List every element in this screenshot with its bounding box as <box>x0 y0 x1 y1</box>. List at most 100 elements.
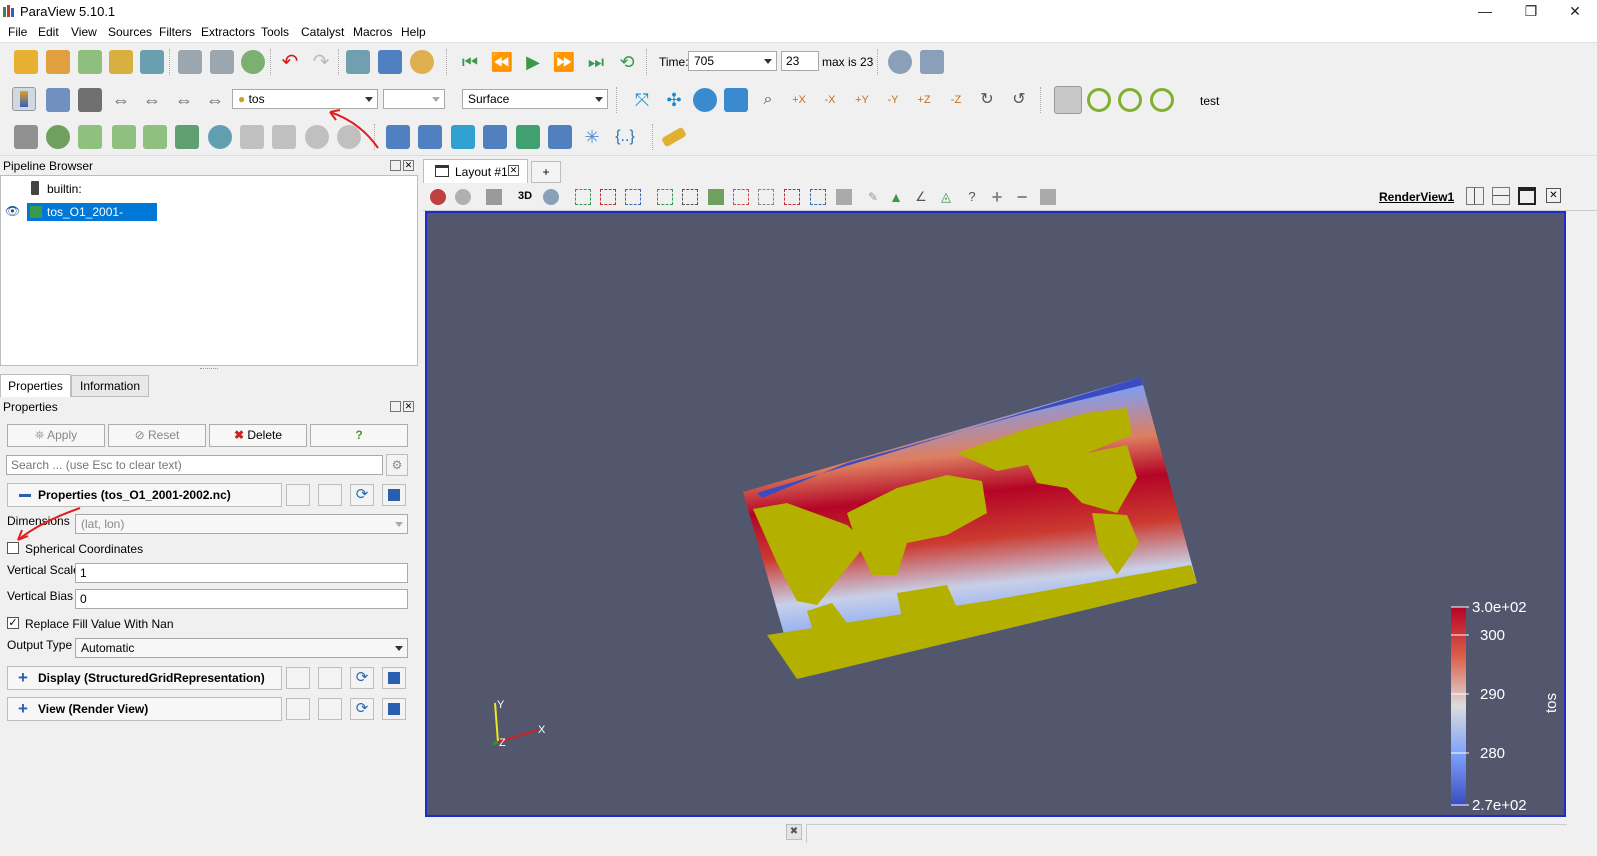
save-defaults-icon[interactable] <box>382 484 406 506</box>
warp-vector-icon[interactable] <box>272 125 296 149</box>
server-connect-icon[interactable] <box>178 50 202 74</box>
stream-tracer-icon[interactable] <box>240 125 264 149</box>
menu-catalyst[interactable]: Catalyst <box>301 25 344 39</box>
menu-tools[interactable]: Tools <box>261 25 289 39</box>
status-close-icon[interactable]: ✖ <box>786 824 802 840</box>
first-frame-icon[interactable]: ⏮ <box>458 50 482 74</box>
display-section-header[interactable]: + Display (StructuredGridRepresentation) <box>7 666 282 690</box>
splitter-handle[interactable] <box>200 368 218 372</box>
plot-data-icon[interactable] <box>516 125 540 149</box>
camera-icon[interactable] <box>486 189 502 205</box>
toggle-3d-button[interactable]: 3D <box>518 190 532 202</box>
palette-icon[interactable] <box>410 50 434 74</box>
previous-frame-icon[interactable]: ⏪ <box>490 50 514 74</box>
rescale-range-icon[interactable]: ⇔ <box>109 88 133 112</box>
glyph-icon[interactable] <box>208 125 232 149</box>
view-minus-y-icon[interactable]: -Y <box>881 88 905 112</box>
eye-icon[interactable]: 👁 <box>5 205 20 217</box>
freeze-icon[interactable]: ✳ <box>580 125 604 149</box>
extract-subset-icon[interactable] <box>175 125 199 149</box>
camera-redo-icon[interactable] <box>378 50 402 74</box>
properties-close-icon[interactable]: ✕ <box>403 401 414 412</box>
save-view-defaults-icon[interactable] <box>382 698 406 720</box>
ruler-icon[interactable] <box>661 126 687 148</box>
histogram-icon[interactable] <box>451 125 475 149</box>
extract-level-icon[interactable] <box>337 125 361 149</box>
color-legend-icon[interactable] <box>46 88 70 112</box>
close-panel-icon[interactable]: ✕ <box>403 160 414 171</box>
menu-edit[interactable]: Edit <box>38 25 59 39</box>
close-window-button[interactable]: ✕ <box>1552 0 1597 22</box>
time-value-combo[interactable]: 705 <box>688 51 777 71</box>
zoom-view-icon[interactable] <box>543 189 559 205</box>
menu-view[interactable]: View <box>71 25 97 39</box>
minimize-button[interactable]: — <box>1462 0 1508 22</box>
reset-center-icon[interactable] <box>1118 88 1142 112</box>
rescale-custom-icon[interactable]: ⇔ <box>140 88 164 112</box>
find-data-icon[interactable] <box>888 50 912 74</box>
split-horizontal-icon[interactable] <box>1466 187 1484 205</box>
view-plus-z-icon[interactable]: +Z <box>912 88 936 112</box>
properties-undock-icon[interactable] <box>390 401 401 412</box>
edit-colormap-icon[interactable] <box>78 88 102 112</box>
view-plus-x-icon[interactable]: +X <box>787 88 811 112</box>
redo-icon[interactable]: ↷ <box>309 50 333 74</box>
spherical-coordinates-checkbox[interactable] <box>7 542 19 554</box>
save-data-icon[interactable] <box>78 50 102 74</box>
select-polygon-icon[interactable] <box>682 189 698 205</box>
close-view-icon[interactable]: ✕ <box>1546 188 1561 203</box>
restore-defaults-icon[interactable]: ⟳ <box>350 484 374 506</box>
select-cells-icon[interactable] <box>600 189 616 205</box>
replace-fill-checkbox[interactable]: ✓ <box>7 617 19 629</box>
render-view-name[interactable]: RenderView1 <box>1379 190 1454 204</box>
connect-icon[interactable] <box>140 50 164 74</box>
view-minus-z-icon[interactable]: -Z <box>944 88 968 112</box>
reset-session-icon[interactable] <box>430 189 446 205</box>
loop-icon[interactable]: ⟲ <box>615 50 639 74</box>
render-canvas[interactable]: Y X Z 3.0e+02 300 290 280 2.7e+02 tos <box>427 213 1564 815</box>
restore-button[interactable]: ❐ <box>1508 0 1554 22</box>
minus-icon[interactable]: − <box>1014 188 1030 206</box>
zoom-closest-icon[interactable]: ✣ <box>662 88 686 112</box>
restore-view-defaults-icon[interactable]: ⟳ <box>350 698 374 720</box>
select-block-icon[interactable] <box>625 189 641 205</box>
camera-undo-icon[interactable] <box>346 50 370 74</box>
representation-combo[interactable]: Surface <box>462 89 608 109</box>
vertical-scale-input[interactable]: 1 <box>75 563 408 583</box>
help-button[interactable]: ? <box>310 424 408 447</box>
paste-view-icon[interactable] <box>318 698 342 720</box>
view-section-header[interactable]: + View (Render View) <box>7 697 282 721</box>
open-recent-icon[interactable] <box>46 50 70 74</box>
add-icon[interactable]: + <box>989 188 1005 206</box>
tab-layout-1[interactable]: Layout #1 ✕ <box>423 159 528 183</box>
rescale-temporal-icon[interactable]: ⇔ <box>172 88 196 112</box>
properties-section-header[interactable]: Properties (tos_O1_2001-2002.nc) <box>7 483 282 507</box>
contour-icon[interactable] <box>46 125 70 149</box>
menu-filters[interactable]: Filters <box>159 25 192 39</box>
pick-center-icon[interactable] <box>1150 88 1174 112</box>
shrink-selection-icon[interactable] <box>810 189 826 205</box>
apply-button[interactable]: ⛯ Apply <box>7 424 105 447</box>
interactive-select-icon[interactable] <box>708 189 724 205</box>
properties-search-input[interactable]: Search ... (use Esc to clear text) <box>6 455 383 475</box>
menu-help[interactable]: Help <box>401 25 426 39</box>
time-step-spinbox[interactable]: 23 <box>781 51 819 71</box>
query-icon[interactable]: ? <box>964 189 980 205</box>
edit-icon[interactable]: ✎ <box>865 189 881 205</box>
copy-properties-icon[interactable] <box>286 484 310 506</box>
restore-display-defaults-icon[interactable]: ⟳ <box>350 667 374 689</box>
color-component-combo[interactable] <box>383 89 445 109</box>
calculator-icon[interactable] <box>14 125 38 149</box>
group-datasets-icon[interactable] <box>305 125 329 149</box>
menu-sources[interactable]: Sources <box>108 25 152 39</box>
play-icon[interactable]: ▶ <box>521 50 545 74</box>
view-plus-y-icon[interactable]: +Y <box>850 88 874 112</box>
add-layout-tab-button[interactable]: + <box>531 161 561 183</box>
undo-icon[interactable]: ↶ <box>278 50 302 74</box>
paste-display-icon[interactable] <box>318 667 342 689</box>
gear-icon[interactable]: ⚙ <box>386 454 408 476</box>
triangle-icon[interactable]: ▲ <box>888 189 904 205</box>
clip-icon[interactable] <box>78 125 102 149</box>
reset-camera-icon[interactable]: ⤧ <box>630 88 654 112</box>
last-frame-icon[interactable]: ⏭ <box>584 50 608 74</box>
